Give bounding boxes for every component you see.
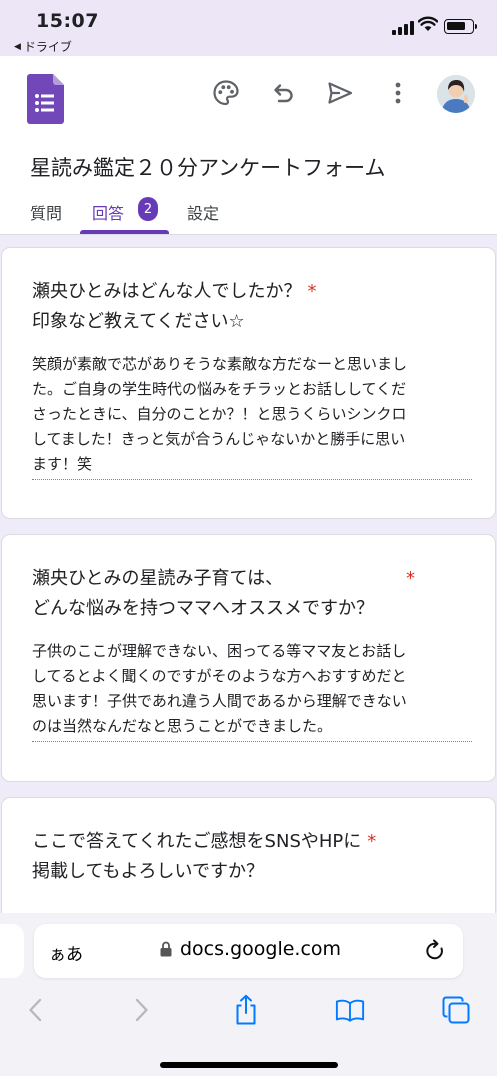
tab-bar: 質問 回答 2 設定 bbox=[0, 196, 497, 235]
palette-icon[interactable] bbox=[211, 78, 241, 108]
answer-line: 笑顔が素敵で芯がありそうな素敵な方だなーと思いまし bbox=[32, 355, 408, 373]
answer-line: ます！笑 bbox=[32, 455, 93, 473]
back-triangle-icon: ◀ bbox=[14, 41, 21, 52]
answer-line: してるとよく聞くのですがそのような方へおすすめだと bbox=[32, 667, 407, 685]
question-title-line: 掲載してもよろしいですか？ bbox=[32, 861, 265, 882]
tab-settings[interactable]: 設定 bbox=[187, 200, 219, 224]
answer-line: してました！きっと気が合うんじゃないかと勝手に思い bbox=[32, 430, 406, 448]
question-title-line: ここで答えてくれたご感想をSNSやHPに * bbox=[32, 827, 376, 857]
required-mark: * bbox=[406, 568, 415, 589]
tab-responses[interactable]: 回答 bbox=[92, 200, 124, 224]
question-title-line: 印象など教えてください☆ bbox=[32, 311, 245, 332]
url-text: docs.google.com bbox=[180, 938, 342, 960]
question-title-line: 瀬央ひとみの星読み子育ては、 * bbox=[32, 564, 415, 594]
status-bar: 15:07 ◀ ドライブ bbox=[0, 0, 497, 56]
avatar[interactable] bbox=[437, 75, 475, 113]
share-icon[interactable] bbox=[231, 994, 261, 1025]
answer-line: のは当然なんだなと思うことができました。 bbox=[32, 717, 333, 735]
response-answer: 笑顔が素敵で芯がありそうな素敵な方だなーと思いまし た。ご自身の学生時代の悩みを… bbox=[32, 352, 472, 480]
address-bar[interactable]: ぁあ docs.google.com bbox=[34, 924, 463, 978]
undo-icon[interactable] bbox=[268, 78, 298, 108]
forward-chevron-icon[interactable] bbox=[127, 995, 157, 1025]
text-size-button[interactable]: ぁあ bbox=[49, 940, 83, 965]
wifi-icon bbox=[418, 16, 438, 31]
more-vert-icon[interactable] bbox=[383, 78, 413, 108]
cellular-signal-icon bbox=[392, 21, 414, 35]
browser-toolbar: ぁあ docs.google.com bbox=[0, 913, 497, 1076]
question-title-text: 瀬央ひとみはどんな人でしたか？ bbox=[32, 281, 302, 302]
answer-line: 子供のここが理解できない、困ってる等ママ友とお話し bbox=[32, 642, 407, 660]
response-answer: 子供のここが理解できない、困ってる等ママ友とお話し してるとよく聞くのですがその… bbox=[32, 639, 472, 742]
app-header-area: 15:07 ◀ ドライブ 星読み鑑定２０分アンケートフォーム 質問 回答 2 設… bbox=[0, 0, 497, 235]
bookmarks-icon[interactable] bbox=[335, 995, 365, 1025]
battery-icon bbox=[444, 19, 477, 34]
google-forms-icon[interactable] bbox=[27, 74, 64, 124]
question-title-line: 瀬央ひとみはどんな人でしたか？ * bbox=[32, 277, 316, 307]
tab-questions[interactable]: 質問 bbox=[30, 200, 62, 224]
back-app-label: ドライブ bbox=[23, 40, 72, 54]
back-chevron-icon[interactable] bbox=[20, 995, 50, 1025]
back-to-app-link[interactable]: ◀ ドライブ bbox=[14, 38, 72, 55]
question-title-text: ここで答えてくれたご感想をSNSやHPに bbox=[32, 831, 362, 852]
question-title-text: 瀬央ひとみの星読み子育ては、 bbox=[32, 568, 284, 589]
url-display[interactable]: docs.google.com bbox=[160, 938, 341, 960]
form-title: 星読み鑑定２０分アンケートフォーム bbox=[30, 156, 386, 180]
response-card: 瀬央ひとみはどんな人でしたか？ * 印象など教えてください☆ 笑顔が素敵で芯があり… bbox=[1, 247, 496, 519]
question-title-line: どんな悩みを持つママへオススメですか？ bbox=[32, 598, 374, 619]
responses-count-badge: 2 bbox=[138, 197, 158, 221]
tabs-icon[interactable] bbox=[441, 995, 471, 1025]
required-mark: * bbox=[367, 831, 377, 852]
status-time: 15:07 bbox=[36, 10, 99, 32]
answer-line: さったときに、自分のことか？！と思うくらいシンクロ bbox=[32, 405, 407, 423]
reload-icon[interactable] bbox=[424, 939, 446, 963]
answer-line: た。ご自身の学生時代の悩みをチラッとお話ししてくだ bbox=[32, 380, 407, 398]
lock-icon bbox=[160, 941, 172, 957]
previous-tab-edge[interactable] bbox=[0, 924, 24, 978]
home-indicator bbox=[160, 1062, 338, 1068]
answer-line: 思います！子供であれ違う人間であるから理解できない bbox=[32, 692, 407, 710]
required-mark: * bbox=[307, 281, 317, 302]
send-icon[interactable] bbox=[325, 78, 355, 108]
response-card: 瀬央ひとみの星読み子育ては、 * どんな悩みを持つママへオススメですか？ 子供の… bbox=[1, 534, 496, 782]
active-tab-indicator bbox=[80, 230, 169, 234]
